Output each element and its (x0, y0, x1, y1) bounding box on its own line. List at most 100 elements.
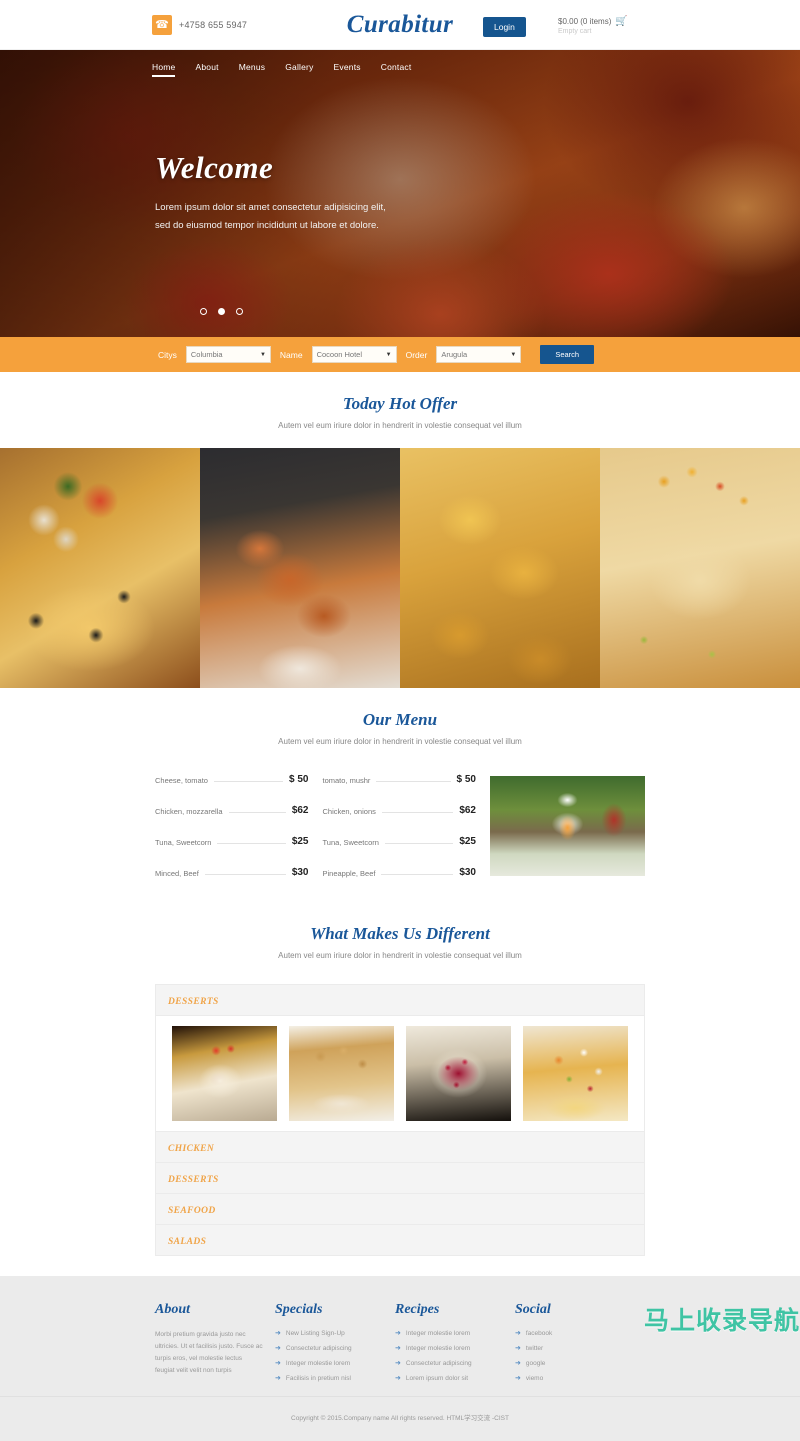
carousel-dot-1[interactable] (200, 308, 207, 315)
menu-item-name: Cheese, tomato (155, 776, 208, 785)
nav-item-events[interactable]: Events (334, 62, 361, 77)
hero-title: Welcome (155, 150, 274, 185)
menu-item[interactable]: Minced, Beef $30 (155, 867, 309, 878)
footer-column-social: Social ➜ facebook ➜ twitter ➜ google ➜ v… (515, 1302, 635, 1396)
menu-item[interactable]: Tuna, Sweetcorn $25 (155, 836, 309, 847)
menu-item-price: $25 (459, 836, 476, 847)
cart-empty-label: Empty cart (558, 28, 592, 35)
accordion-panel-chicken[interactable]: CHICKEN (155, 1132, 645, 1163)
pastry-peppers-photo[interactable] (600, 448, 800, 688)
fruit-platter-photo[interactable] (523, 1026, 628, 1121)
menu-item-price: $30 (459, 867, 476, 878)
search-button[interactable]: Search (540, 345, 595, 364)
menu-item[interactable]: Chicken, onions $62 (323, 805, 477, 816)
accordion-panel-desserts-open[interactable]: DESSERTS (155, 984, 645, 1016)
cart-block[interactable]: $0.00 (0 items) 🛒 Empty cart (558, 16, 628, 35)
footer-link[interactable]: ➜ twitter (515, 1344, 635, 1353)
menu-item-dash (381, 812, 454, 813)
different-subtitle: Autem vel eum iriure dolor in hendrerit … (278, 951, 522, 960)
menu-item[interactable]: Cheese, tomato $ 50 (155, 774, 309, 785)
menu-item-price: $ 50 (456, 774, 476, 785)
order-value: Arugula (441, 350, 468, 359)
footer-column-specials: Specials ➜ New Listing Sign-Up ➜ Consect… (275, 1302, 395, 1396)
footer-link-label: twitter (525, 1344, 544, 1352)
accordion-panel-salads[interactable]: SALADS (155, 1225, 645, 1256)
arrow-right-icon: ➜ (515, 1360, 521, 1367)
name-select[interactable]: Cocoon Hotel ▼ (311, 346, 397, 363)
menu-item[interactable]: Pineapple, Beef $30 (323, 867, 477, 878)
pizza-photo[interactable] (0, 448, 200, 688)
chicken-wings-photo[interactable] (400, 448, 600, 688)
footer-link-label: Integer molestie lorem (285, 1359, 351, 1367)
arrow-right-icon: ➜ (515, 1345, 521, 1352)
nav-item-home[interactable]: Home (152, 62, 176, 77)
name-label: Name (279, 349, 303, 360)
cart-summary: $0.00 (0 items) 🛒 (558, 16, 628, 27)
menu-item[interactable]: tomato, mushr $ 50 (323, 774, 477, 785)
arrow-right-icon: ➜ (275, 1360, 281, 1367)
hero-subtitle: Lorem ipsum dolor sit amet consectetur a… (155, 199, 386, 235)
carousel-dot-2[interactable] (218, 308, 225, 315)
footer-link[interactable]: ➜ Integer molestie lorem (275, 1359, 395, 1368)
hero-subtitle-line2: sed do eiusmod tempor incididunt ut labo… (155, 220, 379, 232)
footer-link-label: Integer molestie lorem (405, 1329, 471, 1337)
our-menu-title: Our Menu (362, 710, 438, 729)
accordion: DESSERTS CHICKEN DESSERTS SEAFOOD SALADS (155, 984, 645, 1256)
menu-item-dash (213, 781, 284, 782)
nav-item-contact[interactable]: Contact (381, 62, 412, 77)
menu-column-right: tomato, mushr $ 50 Chicken, onions $62 T… (323, 774, 477, 898)
search-bar: Citys Columbia ▼ Name Cocoon Hotel ▼ Ord… (0, 337, 800, 372)
footer-link[interactable]: ➜ New Listing Sign-Up (275, 1329, 395, 1338)
footer-social-title: Social (515, 1302, 551, 1317)
cake-roll-photo[interactable] (172, 1026, 277, 1121)
footer-link[interactable]: ➜ Integer molestie lorem (395, 1329, 515, 1338)
menu-item[interactable]: Chicken, mozzarella $62 (155, 805, 309, 816)
footer-recipes-title: Recipes (395, 1302, 440, 1317)
page-root: ☎ +4758 655 5947 Curabitur Login $0.00 (… (0, 0, 800, 1441)
arrow-right-icon: ➜ (395, 1360, 401, 1367)
different-heading: What Makes Us Different Autem vel eum ir… (0, 924, 800, 960)
footer-column-recipes: Recipes ➜ Integer molestie lorem ➜ Integ… (395, 1302, 515, 1396)
menu-item-name: Minced, Beef (155, 869, 199, 878)
arrow-right-icon: ➜ (395, 1375, 401, 1382)
hot-offer-gallery (0, 448, 800, 688)
nut-cake-photo[interactable] (289, 1026, 394, 1121)
fried-chicken-photo[interactable] (200, 448, 400, 688)
nav-item-gallery[interactable]: Gallery (285, 62, 313, 77)
carousel-dot-3[interactable] (236, 308, 243, 315)
menu-item-name: Pineapple, Beef (322, 869, 376, 878)
nav-item-menus[interactable]: Menus (239, 62, 266, 77)
main-navigation: Home About Menus Gallery Events Contact (152, 62, 411, 77)
footer-link[interactable]: ➜ Facilisis in pretium nisl (275, 1374, 395, 1383)
accordion-panel-label: DESSERTS (168, 997, 219, 1007)
footer-link-label: Lorem ipsum dolor sit (405, 1374, 469, 1382)
footer-link[interactable]: ➜ facebook (515, 1329, 635, 1338)
berry-tart-photo[interactable] (406, 1026, 511, 1121)
arrow-right-icon: ➜ (275, 1375, 281, 1382)
our-menu-heading: Our Menu Autem vel eum iriure dolor in h… (0, 710, 800, 746)
footer-link[interactable]: ➜ Consectetur adipiscing (395, 1359, 515, 1368)
accordion-panel-label: CHICKEN (168, 1144, 215, 1154)
login-button[interactable]: Login (483, 17, 526, 37)
citys-value: Columbia (190, 350, 223, 359)
order-select[interactable]: Arugula ▼ (436, 346, 522, 363)
shopping-cart-icon: 🛒 (615, 16, 628, 27)
site-logo[interactable]: Curabitur (0, 11, 800, 39)
menu-item-price: $25 (291, 836, 309, 847)
citys-select[interactable]: Columbia ▼ (185, 346, 271, 363)
hot-offer-subtitle: Autem vel eum iriure dolor in hendrerit … (278, 421, 522, 430)
menu-columns: Cheese, tomato $ 50 Chicken, mozzarella … (0, 774, 800, 898)
accordion-panel-desserts[interactable]: DESSERTS (155, 1163, 645, 1194)
accordion-panel-label: SALADS (168, 1237, 207, 1247)
menu-item-dash (381, 874, 454, 875)
accordion-panel-seafood[interactable]: SEAFOOD (155, 1194, 645, 1225)
footer-link[interactable]: ➜ Lorem ipsum dolor sit (395, 1374, 515, 1383)
nav-item-about[interactable]: About (195, 62, 218, 77)
footer-link[interactable]: ➜ Consectetur adipiscing (275, 1344, 395, 1353)
hot-offer-title: Today Hot Offer (342, 394, 458, 413)
hot-offer-heading: Today Hot Offer Autem vel eum iriure dol… (0, 372, 800, 430)
footer-link[interactable]: ➜ google (515, 1359, 635, 1368)
footer-link[interactable]: ➜ Integer molestie lorem (395, 1344, 515, 1353)
footer-link[interactable]: ➜ viemo (515, 1374, 635, 1383)
menu-item[interactable]: Tuna, Sweetcorn $25 (323, 836, 477, 847)
